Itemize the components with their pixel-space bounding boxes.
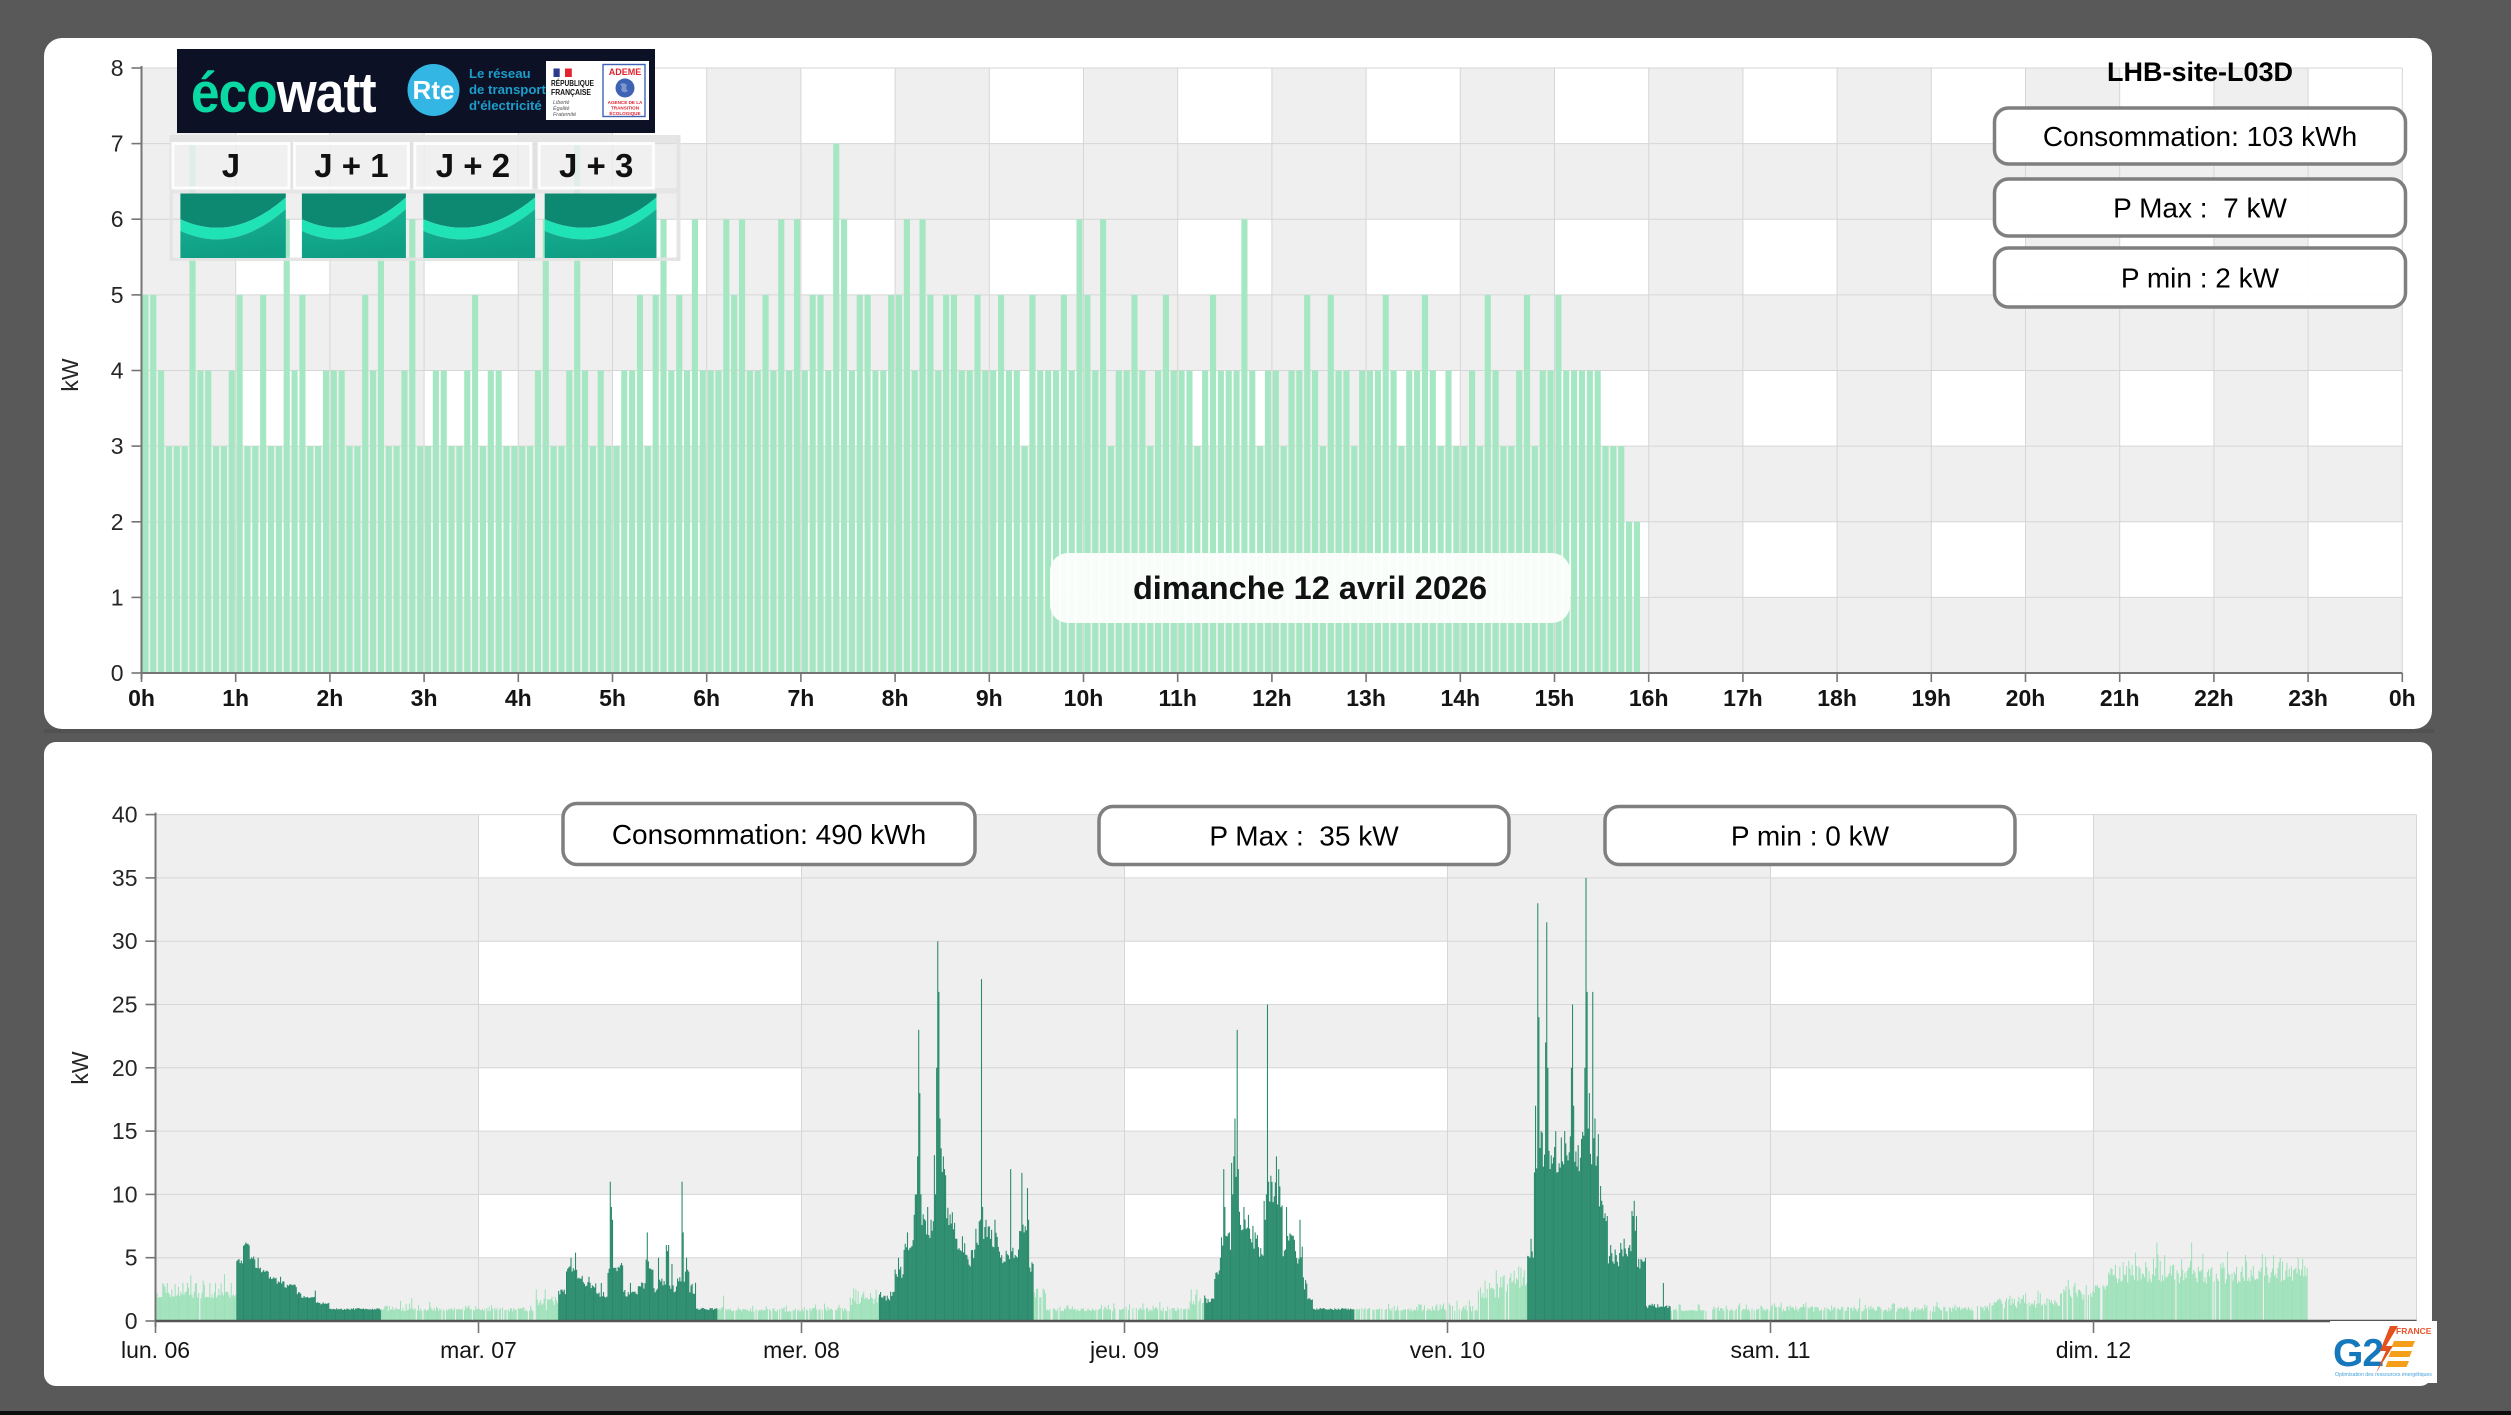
svg-text:TRANSITION: TRANSITION [611, 106, 640, 111]
svg-text:G2: G2 [2333, 1332, 2383, 1375]
svg-text:d'électricité: d'électricité [469, 98, 542, 113]
svg-text:P min : 0 kW: P min : 0 kW [1731, 820, 1890, 851]
svg-text:14h: 14h [1440, 685, 1480, 711]
svg-text:9h: 9h [976, 685, 1003, 711]
svg-text:20: 20 [112, 1055, 138, 1081]
svg-text:Égalité: Égalité [553, 105, 569, 112]
svg-text:J + 3: J + 3 [559, 147, 633, 184]
svg-text:7h: 7h [787, 685, 814, 711]
svg-text:17h: 17h [1723, 685, 1763, 711]
svg-text:1: 1 [111, 584, 124, 610]
svg-text:P Max : 7 kW: P Max : 7 kW [2113, 192, 2287, 223]
svg-text:10: 10 [112, 1181, 138, 1207]
svg-text:dimanche 12 avril 2026: dimanche 12 avril 2026 [1133, 570, 1487, 606]
svg-text:ADEME: ADEME [609, 67, 642, 77]
svg-text:15: 15 [112, 1118, 138, 1144]
svg-text:P Max : 35 kW: P Max : 35 kW [1209, 820, 1399, 851]
svg-text:2: 2 [111, 509, 124, 535]
svg-text:0h: 0h [128, 685, 155, 711]
svg-text:J + 2: J + 2 [436, 147, 510, 184]
svg-text:Rte: Rte [413, 75, 455, 105]
svg-text:7: 7 [111, 131, 124, 157]
svg-text:6h: 6h [693, 685, 720, 711]
svg-text:0h: 0h [2389, 685, 2416, 711]
svg-text:23h: 23h [2288, 685, 2328, 711]
svg-text:LHB-site-L03D: LHB-site-L03D [2107, 57, 2293, 87]
svg-text:sam. 11: sam. 11 [1730, 1337, 1810, 1363]
svg-text:3h: 3h [411, 685, 438, 711]
svg-text:40: 40 [112, 802, 138, 828]
svg-text:mer. 08: mer. 08 [763, 1337, 840, 1363]
svg-text:5: 5 [125, 1245, 138, 1271]
svg-text:jeu. 09: jeu. 09 [1089, 1337, 1159, 1363]
svg-text:22h: 22h [2194, 685, 2234, 711]
svg-text:8: 8 [111, 55, 124, 81]
svg-text:ÉCOLOGIQUE: ÉCOLOGIQUE [609, 109, 640, 116]
svg-text:0: 0 [125, 1308, 138, 1334]
svg-text:kW: kW [57, 358, 83, 392]
svg-text:12h: 12h [1252, 685, 1292, 711]
svg-text:Fraternité: Fraternité [553, 112, 576, 118]
svg-text:J: J [222, 147, 240, 184]
svg-text:FRANCE: FRANCE [2396, 1326, 2432, 1336]
svg-text:13h: 13h [1346, 685, 1386, 711]
svg-text:10h: 10h [1064, 685, 1104, 711]
svg-text:Consommation: 103 kWh: Consommation: 103 kWh [2043, 121, 2357, 152]
svg-text:mar. 07: mar. 07 [440, 1337, 517, 1363]
svg-text:18h: 18h [1817, 685, 1857, 711]
svg-text:ven. 10: ven. 10 [1410, 1337, 1485, 1363]
svg-text:FRANÇAISE: FRANÇAISE [551, 87, 591, 97]
svg-text:J + 1: J + 1 [314, 147, 388, 184]
svg-text:Optimisation des ressources én: Optimisation des ressources énergétiques [2335, 1372, 2432, 1378]
svg-text:écowatt: écowatt [191, 62, 377, 125]
svg-text:AGENCE DE LA: AGENCE DE LA [608, 100, 643, 105]
svg-text:19h: 19h [1911, 685, 1951, 711]
svg-text:8h: 8h [882, 685, 909, 711]
svg-text:kW: kW [67, 1051, 93, 1085]
svg-text:4h: 4h [505, 685, 532, 711]
svg-text:15h: 15h [1535, 685, 1575, 711]
svg-text:dim. 12: dim. 12 [2056, 1337, 2131, 1363]
svg-text:21h: 21h [2100, 685, 2140, 711]
svg-text:lun. 06: lun. 06 [121, 1337, 190, 1363]
svg-text:20h: 20h [2006, 685, 2046, 711]
svg-text:30: 30 [112, 928, 138, 954]
svg-text:de transport: de transport [469, 82, 547, 97]
svg-text:6: 6 [111, 206, 124, 232]
svg-text:4: 4 [111, 358, 124, 384]
svg-text:0: 0 [111, 660, 124, 686]
svg-text:25: 25 [112, 992, 138, 1018]
svg-text:1h: 1h [222, 685, 249, 711]
svg-text:11h: 11h [1159, 685, 1197, 711]
svg-text:P min : 2 kW: P min : 2 kW [2121, 262, 2280, 293]
svg-text:Consommation: 490 kWh: Consommation: 490 kWh [612, 819, 926, 850]
svg-text:5h: 5h [599, 685, 626, 711]
svg-text:Le réseau: Le réseau [469, 66, 531, 81]
svg-text:3: 3 [111, 433, 124, 459]
svg-text:35: 35 [112, 865, 138, 891]
svg-text:2h: 2h [316, 685, 343, 711]
svg-text:5: 5 [111, 282, 124, 308]
svg-text:16h: 16h [1629, 685, 1669, 711]
